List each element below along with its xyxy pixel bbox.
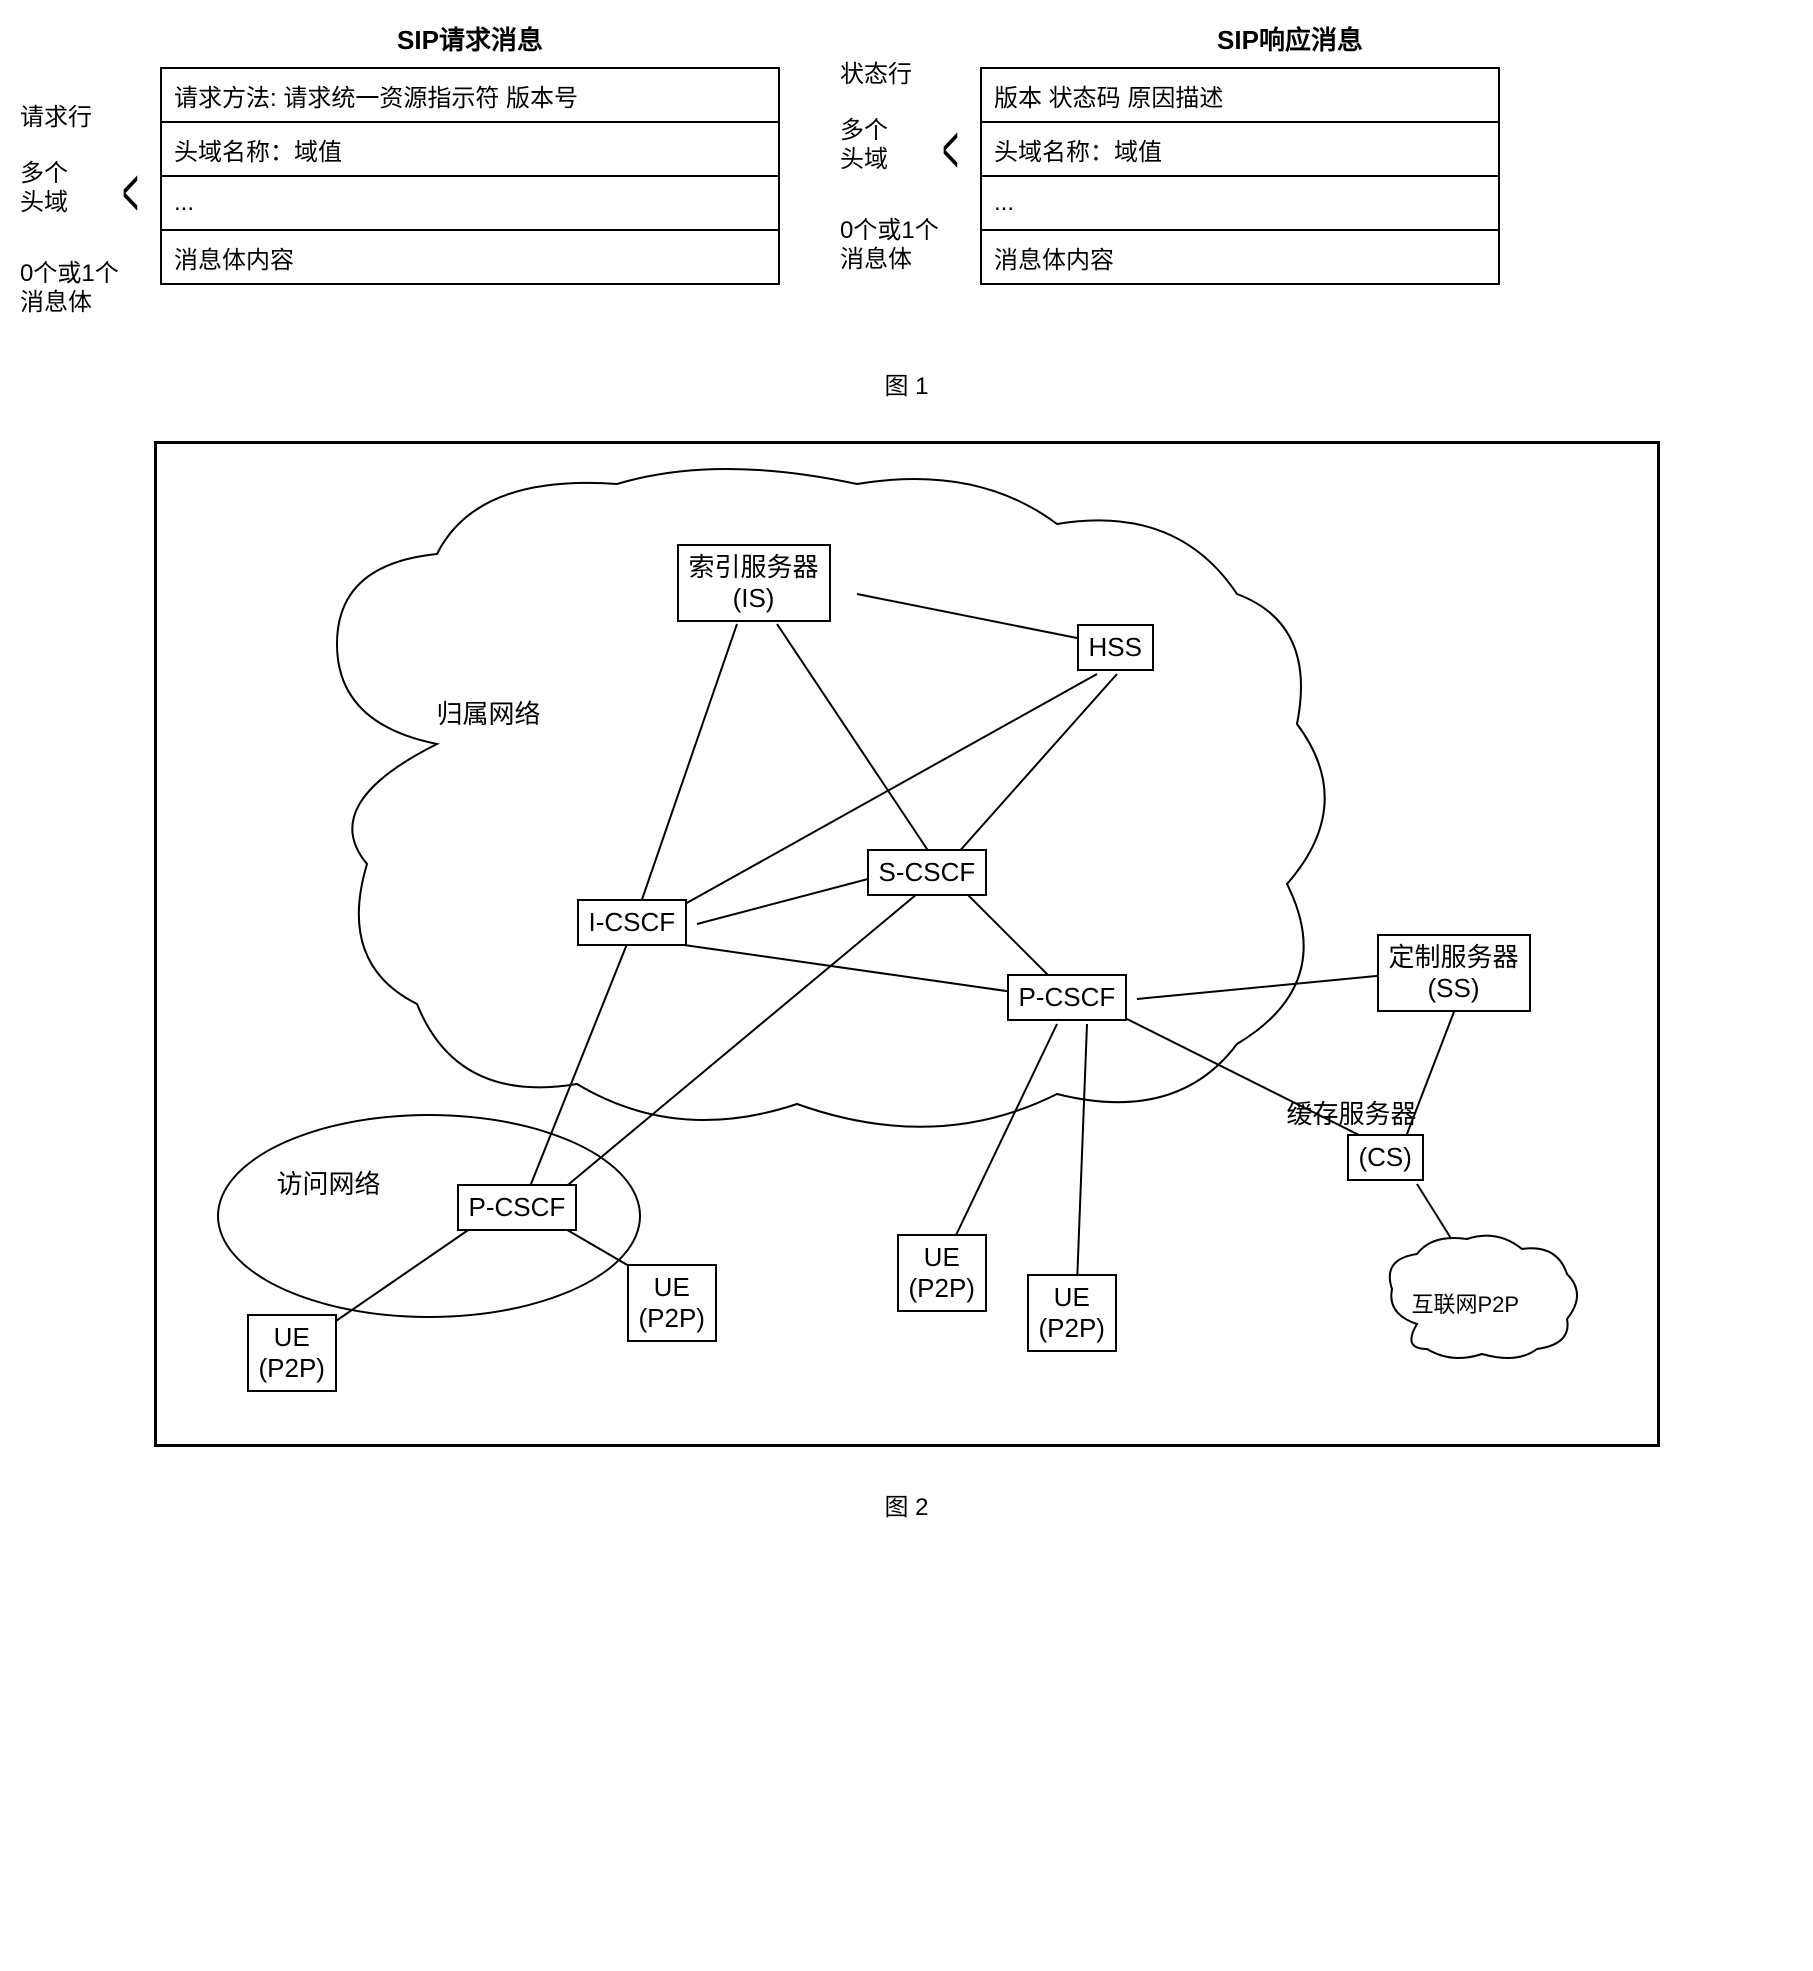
node-ss: 定制服务器 (SS)	[1377, 934, 1531, 1012]
figure-1-caption: 图 1	[20, 366, 1793, 401]
visited-network-label: 访问网络	[277, 1164, 381, 1201]
node-cs: (CS)	[1347, 1134, 1424, 1181]
request-table: 请求方法: 请求统一资源指示符 版本号 头域名称：域值 ... 消息体内容	[160, 67, 780, 285]
node-ue1: UE (P2P)	[247, 1314, 337, 1392]
sip-response-title: SIP响应消息	[980, 20, 1600, 57]
node-pcscf-home: P-CSCF	[1007, 974, 1128, 1021]
status-line-label: 状态行	[840, 61, 980, 117]
cs-label: 缓存服务器	[1287, 1094, 1417, 1131]
node-ue4: UE (P2P)	[1027, 1274, 1117, 1352]
sip-request-title: SIP请求消息	[160, 20, 780, 57]
figure-1: SIP请求消息 请求行 < 多个 头域 0个或1个 消息体 SIP请求消息 请求…	[20, 20, 1793, 316]
figure-2: 归属网络 访问网络 索引服务器 (IS) HSS S-CSCF I-CSCF P…	[154, 441, 1660, 1447]
node-ue3: UE (P2P)	[897, 1234, 987, 1312]
bracket-icon: <	[942, 107, 958, 191]
node-hss: HSS	[1077, 624, 1154, 671]
node-ue2: UE (P2P)	[627, 1264, 717, 1342]
sip-request-block: SIP请求消息 请求行 < 多个 头域 0个或1个 消息体 SIP请求消息 请求…	[20, 20, 780, 316]
node-scscf: S-CSCF	[867, 849, 988, 896]
node-is: 索引服务器 (IS)	[677, 544, 831, 622]
figure-2-caption: 图 2	[20, 1487, 1793, 1522]
node-icscf: I-CSCF	[577, 899, 688, 946]
request-line-label: 请求行	[20, 104, 160, 160]
node-pcscf-visited: P-CSCF	[457, 1184, 578, 1231]
sip-response-block: x 状态行 < 多个 头域 0个或1个 消息体 SIP响应消息 版本 状态码 原…	[840, 20, 1600, 316]
bracket-icon: <	[122, 150, 138, 234]
response-table: 版本 状态码 原因描述 头域名称：域值 ... 消息体内容	[980, 67, 1500, 285]
home-network-label: 归属网络	[437, 694, 541, 731]
internet-p2p-label: 互联网P2P	[1412, 1287, 1520, 1319]
